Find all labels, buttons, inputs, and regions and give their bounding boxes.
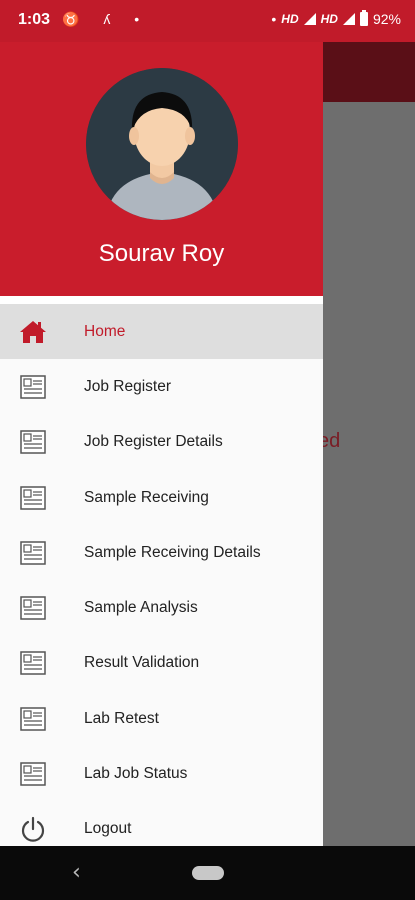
signal-icon-1 [303,13,316,25]
menu-label-job-register: Job Register [84,377,172,395]
menu-label-result-validation: Result Validation [84,654,200,672]
form-icon [19,539,47,567]
battery-percent: 92% [372,11,401,27]
status-dot: • [271,11,277,27]
back-icon[interactable]: ‹ [72,860,81,885]
menu-item-job-register-details[interactable]: Job Register Details [0,415,323,470]
menu-label-sample-analysis: Sample Analysis [84,599,198,617]
notification-icons: ♉ ʎ • [62,11,150,27]
power-icon [19,815,47,843]
menu-label-logout: Logout [84,820,132,838]
menu-label-home: Home [84,322,126,340]
battery-icon [359,10,368,26]
home-pill-icon[interactable] [192,866,224,880]
menu-item-result-validation[interactable]: Result Validation [0,636,323,691]
form-icon [19,373,47,401]
drawer-header: Sourav Roy [0,0,323,296]
avatar[interactable] [86,68,238,220]
menu-label-sample-receiving-details: Sample Receiving Details [84,543,261,561]
menu-item-sample-receiving-details[interactable]: Sample Receiving Details [0,525,323,580]
form-icon [19,594,47,622]
navigation-drawer: Sourav Roy Home Job Register Job Registe… [0,0,323,846]
menu-item-home[interactable]: Home [0,304,323,360]
drawer-menu: Home Job Register Job Register Details S… [0,304,323,846]
status-bar: 1:03 ♉ ʎ • • HD HD 92% [0,0,415,42]
menu-label-job-register-details: Job Register Details [84,433,223,451]
menu-item-lab-job-status[interactable]: Lab Job Status [0,746,323,801]
menu-item-sample-receiving[interactable]: Sample Receiving [0,470,323,525]
menu-label-lab-job-status: Lab Job Status [84,765,188,783]
avatar-icon [86,68,238,220]
system-nav-bar: ‹ [0,846,415,900]
header-divider [0,296,323,304]
menu-label-lab-retest: Lab Retest [84,709,159,727]
signal-icon-2 [342,13,355,25]
menu-label-sample-receiving: Sample Receiving [84,488,209,506]
hd-badge-1: HD [281,12,299,26]
form-icon [19,705,47,733]
menu-item-lab-retest[interactable]: Lab Retest [0,691,323,746]
status-time: 1:03 [18,11,51,28]
form-icon [19,484,47,512]
menu-item-logout[interactable]: Logout [0,802,323,846]
home-icon [19,318,47,346]
user-name: Sourav Roy [98,240,225,267]
menu-item-job-register[interactable]: Job Register [0,359,323,414]
form-icon [19,760,47,788]
form-icon [19,428,47,456]
hd-badge-2: HD [320,12,338,26]
status-right: • HD HD 92% [271,10,401,27]
form-icon [19,649,47,677]
menu-item-sample-analysis[interactable]: Sample Analysis [0,580,323,635]
